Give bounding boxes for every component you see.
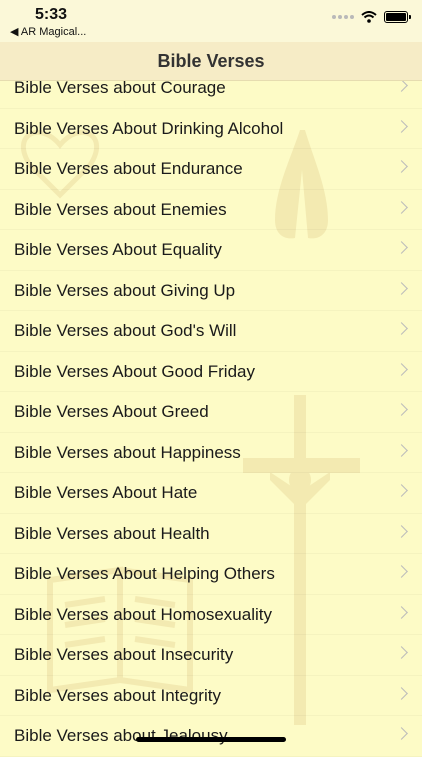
- chevron-right-icon: [395, 119, 408, 133]
- list-item[interactable]: Bible Verses About Equality: [0, 230, 422, 271]
- chevron-right-icon: [395, 281, 408, 295]
- chevron-right-icon: [395, 524, 408, 538]
- list-item-label: Bible Verses about Jealousy: [14, 726, 228, 745]
- chevron-right-icon: [395, 686, 408, 700]
- status-bar: 5:33 ◀ AR Magical...: [0, 0, 422, 42]
- chevron-right-icon: [395, 200, 408, 214]
- list-item[interactable]: Bible Verses about God's Will: [0, 311, 422, 352]
- chevron-right-icon: [395, 362, 408, 376]
- list-item[interactable]: Bible Verses About Hate: [0, 473, 422, 514]
- list-item[interactable]: Bible Verses About Helping Others: [0, 554, 422, 595]
- list-item[interactable]: Bible Verses About Greed: [0, 392, 422, 433]
- list-item[interactable]: Bible Verses about Endurance: [0, 149, 422, 190]
- chevron-right-icon: [395, 646, 408, 659]
- list-item-label: Bible Verses about Homosexuality: [14, 604, 272, 624]
- chevron-right-icon: [395, 565, 408, 578]
- page-title: Bible Verses: [157, 51, 265, 71]
- chevron-right-icon: [395, 443, 408, 457]
- list-item-label: Bible Verses about Endurance: [14, 159, 243, 178]
- status-time: 5:33: [35, 6, 68, 23]
- home-indicator[interactable]: [136, 737, 286, 742]
- list-item-label: Bible Verses about Courage: [14, 78, 226, 97]
- back-to-app-link[interactable]: ◀ AR Magical...: [10, 25, 86, 38]
- chevron-right-icon: [395, 484, 408, 497]
- chevron-right-icon: [395, 241, 408, 254]
- list-item-label: Bible Verses About Hate: [14, 483, 198, 502]
- list-item-label: Bible Verses about Enemies: [14, 199, 227, 219]
- list-item[interactable]: Bible Verses about Giving Up: [0, 271, 422, 312]
- battery-icon: [384, 11, 411, 23]
- chevron-right-icon: [395, 403, 408, 416]
- signal-icon: [332, 15, 354, 19]
- list-item-label: Bible Verses about God's Will: [14, 321, 237, 340]
- list-item-label: Bible Verses About Equality: [14, 240, 222, 259]
- list-item[interactable]: Bible Verses about Enemies: [0, 190, 422, 231]
- list-item[interactable]: Bible Verses about Integrity: [0, 676, 422, 717]
- list-item-label: Bible Verses About Drinking Alcohol: [14, 118, 284, 138]
- status-icons: [332, 11, 411, 23]
- list-item[interactable]: Bible Verses about Insecurity: [0, 635, 422, 676]
- list-item-label: Bible Verses About Greed: [14, 402, 209, 421]
- list-item-label: Bible Verses about Integrity: [14, 685, 221, 705]
- list-item-label: Bible Verses about Insecurity: [14, 645, 234, 664]
- list-item[interactable]: Bible Verses about Happiness: [0, 433, 422, 474]
- list-item-label: Bible Verses about Health: [14, 523, 210, 543]
- chevron-right-icon: [395, 727, 408, 740]
- chevron-right-icon: [395, 160, 408, 173]
- list-item[interactable]: Bible Verses about Health: [0, 514, 422, 555]
- chevron-right-icon: [395, 605, 408, 619]
- list-item[interactable]: Bible Verses About Drinking Alcohol: [0, 109, 422, 150]
- chevron-right-icon: [395, 79, 408, 92]
- verses-list: Bible Verses about Courage Bible Verses …: [0, 68, 422, 757]
- navigation-bar: Bible Verses: [0, 42, 422, 81]
- list-item[interactable]: Bible Verses About Good Friday: [0, 352, 422, 393]
- list-item-label: Bible Verses about Happiness: [14, 442, 241, 462]
- wifi-icon: [361, 11, 377, 23]
- list-item-label: Bible Verses About Good Friday: [14, 361, 255, 381]
- list-item-label: Bible Verses About Helping Others: [14, 564, 275, 583]
- chevron-right-icon: [395, 322, 408, 335]
- list-item[interactable]: Bible Verses about Homosexuality: [0, 595, 422, 636]
- list-item-label: Bible Verses about Giving Up: [14, 280, 236, 300]
